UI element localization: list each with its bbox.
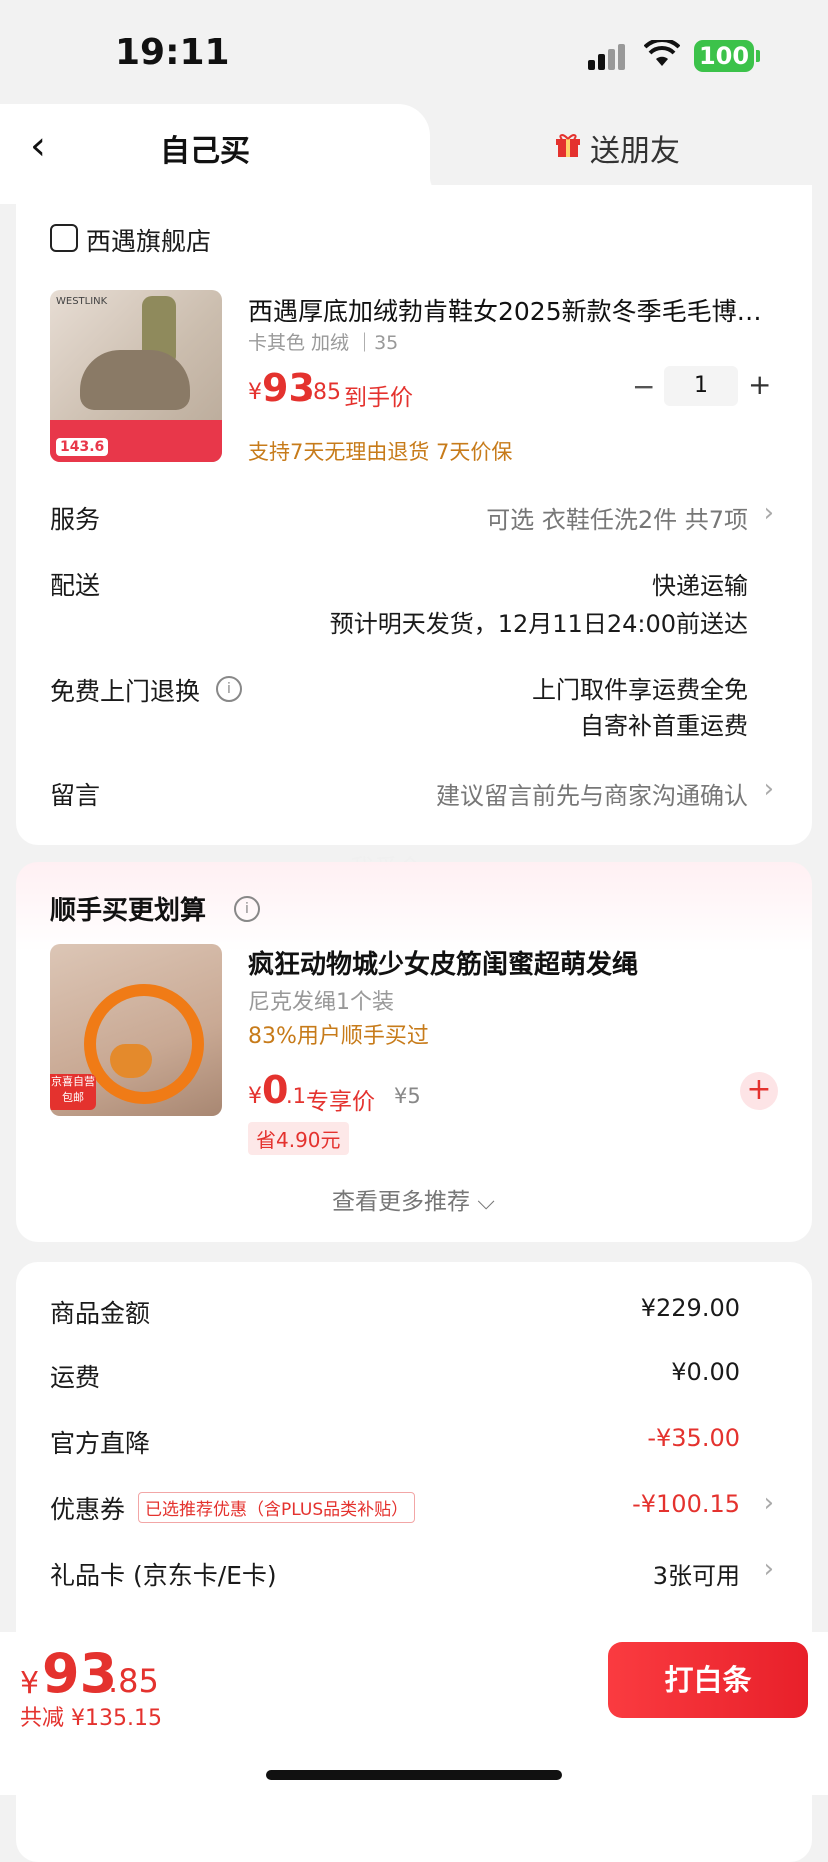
- delivery-method: 快递运输: [652, 572, 748, 600]
- quantity-plus-button[interactable]: +: [748, 368, 771, 401]
- price-decimal: .85: [306, 380, 341, 405]
- wifi-icon: [644, 40, 680, 66]
- battery-indicator: 100: [694, 40, 754, 72]
- price-tag: 到手价: [344, 385, 413, 411]
- store-name[interactable]: 西遇旗舰店: [86, 222, 211, 258]
- delivery-estimate: 预计明天发货，12月11日24:00前送达: [329, 610, 748, 638]
- delivery-label: 配送: [50, 571, 101, 600]
- service-chevron-icon[interactable]: ›: [764, 498, 774, 528]
- official-discount-label: 官方直降: [50, 1429, 151, 1458]
- free-return-line2: 自寄补首重运费: [580, 712, 748, 740]
- gift-card-label: 礼品卡 (京东卡/E卡): [50, 1561, 277, 1590]
- message-label: 留言: [50, 781, 101, 810]
- tab-gift-friend[interactable]: 送朋友: [590, 126, 680, 170]
- bundle-price-decimal: .1: [286, 1084, 307, 1108]
- free-return-label: 免费上门退换: [50, 677, 201, 706]
- goods-amount-label: 商品金额: [50, 1299, 151, 1328]
- bundle-save-badge: 省4.90元: [248, 1122, 349, 1155]
- coupon-label: 优惠券: [50, 1495, 126, 1524]
- bundle-product-name[interactable]: 疯狂动物城少女皮筋闺蜜超萌发绳: [248, 944, 638, 981]
- quantity-minus-button[interactable]: −: [632, 370, 655, 403]
- gift-card-value[interactable]: 3张可用: [653, 1556, 740, 1591]
- product-image-promo-price: 143.6: [56, 438, 109, 456]
- product-title[interactable]: 西遇厚底加绒勃肯鞋女2025新款冬季毛毛博…: [248, 292, 778, 328]
- free-return-line1: 上门取件享运费全免: [532, 676, 748, 704]
- info-icon[interactable]: i: [216, 676, 242, 702]
- coupon-badge[interactable]: 已选推荐优惠（含PLUS品类补贴）: [138, 1492, 416, 1523]
- pay-button[interactable]: 打白条: [608, 1642, 808, 1718]
- shipping-value: ¥0.00: [671, 1358, 740, 1386]
- tab-self-buy-label[interactable]: 自己买: [160, 126, 250, 170]
- total-currency: ¥: [20, 1666, 40, 1701]
- cellular-signal-icon: [588, 44, 628, 70]
- coupon-chevron-icon[interactable]: ›: [764, 1488, 774, 1518]
- shipping-label: 运费: [50, 1363, 101, 1392]
- bundle-add-button[interactable]: +: [740, 1072, 778, 1110]
- message-input[interactable]: 建议留言前先与商家沟通确认: [436, 776, 748, 811]
- bundle-price-currency: ¥: [248, 1084, 262, 1109]
- service-value[interactable]: 可选 衣鞋任洗2件 共7项: [486, 500, 748, 535]
- more-recommendations-label: 查看更多推荐: [332, 1189, 470, 1215]
- total-saved[interactable]: 共减 ¥135.15: [20, 1700, 162, 1732]
- total-integer: 93: [42, 1642, 118, 1705]
- bundle-title: 顺手买更划算: [50, 896, 207, 926]
- product-spec[interactable]: 卡其色 加绒 ｜35: [248, 328, 398, 355]
- back-arrow-icon[interactable]: ‹: [30, 126, 46, 166]
- gift-card-chevron-icon[interactable]: ›: [764, 1554, 774, 1584]
- battery-cap: [756, 50, 760, 62]
- goods-amount-value: ¥229.00: [640, 1294, 740, 1322]
- coupon-value[interactable]: -¥100.15: [632, 1490, 740, 1518]
- bundle-product-image[interactable]: 京喜自营 包邮: [50, 944, 222, 1116]
- bundle-original-price: ¥5: [394, 1084, 421, 1108]
- product-image-brand: WESTLINK: [56, 296, 108, 307]
- service-label: 服务: [50, 505, 101, 534]
- bundle-info-icon[interactable]: i: [234, 896, 260, 922]
- quantity-field[interactable]: 1: [664, 366, 738, 406]
- chevron-down-icon: ⌵: [477, 1189, 495, 1215]
- more-recommendations-link[interactable]: 查看更多推荐 ⌵: [332, 1182, 495, 1216]
- bundle-product-spec: 尼克发绳1个装: [248, 990, 394, 1015]
- status-time: 19:11: [115, 32, 230, 73]
- store-icon: [50, 224, 78, 252]
- bundle-image-badge: 京喜自营 包邮: [50, 1074, 96, 1110]
- bundle-price-tag: 专享价: [306, 1089, 375, 1115]
- total-decimal: .85: [108, 1662, 159, 1700]
- gift-icon: [556, 134, 580, 157]
- bundle-price-integer: 0: [262, 1068, 289, 1112]
- bundle-purchase-rate: 83%用户顺手买过: [248, 1024, 429, 1049]
- official-discount-value: -¥35.00: [647, 1424, 740, 1452]
- message-chevron-icon[interactable]: ›: [764, 774, 774, 804]
- product-image[interactable]: WESTLINK 143.6: [50, 290, 222, 462]
- price-currency: ¥: [248, 380, 262, 405]
- home-indicator[interactable]: [266, 1770, 562, 1780]
- guarantee-text: 支持7天无理由退货 7天价保: [248, 440, 513, 464]
